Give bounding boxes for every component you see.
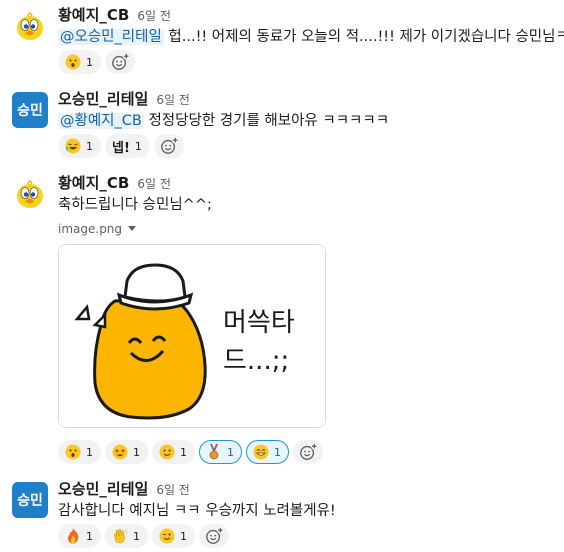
timestamp[interactable]: 6일 전	[137, 7, 171, 24]
message-text: 축하드립니다 승민님^^;	[58, 197, 212, 213]
grinning-face-icon	[253, 444, 269, 460]
reaction-slightly-smiling[interactable]: 1	[152, 440, 195, 464]
reaction-hushed-face[interactable]: 1	[58, 440, 101, 464]
timestamp[interactable]: 6일 전	[156, 91, 190, 108]
avatar[interactable]: 승민	[12, 482, 48, 518]
hushed-face-icon	[65, 54, 81, 70]
reaction-grinning-face[interactable]: 1	[246, 440, 289, 464]
reaction-hushed-face[interactable]: 1	[58, 50, 101, 74]
star-struck-icon	[112, 444, 128, 460]
reaction-bar: 1 1 1 1 1	[58, 440, 323, 464]
reaction-bar: 1	[58, 50, 135, 74]
rofl-face-icon	[65, 138, 81, 154]
user-mention[interactable]: @황예지_CB	[58, 113, 144, 129]
message-text: 감사합니다 예지님 ㅋㅋ 우승까지 노려볼게유!	[58, 503, 336, 519]
reaction-bar: 1 1 1	[58, 524, 229, 548]
slightly-smiling-face-icon	[159, 444, 175, 460]
mascot-illustration: 머쓱타 드...;;	[74, 263, 295, 420]
tweety-avatar[interactable]	[12, 176, 48, 212]
reaction-bar: 1 넵! 1	[58, 134, 184, 158]
image-caption-line-1: 머쓱타	[223, 308, 295, 338]
fire-icon	[65, 528, 81, 544]
reaction-bronze-medal[interactable]: 1	[199, 440, 242, 464]
custom-emoji-label: 넵!	[112, 140, 130, 156]
reaction-fire[interactable]: 1	[58, 524, 101, 548]
caret-down-icon	[128, 226, 137, 231]
add-emoji-icon	[205, 527, 223, 545]
image-attachment[interactable]: 머쓱타 드...;;	[58, 244, 326, 428]
timestamp[interactable]: 6일 전	[156, 481, 190, 498]
reaction-custom-neb[interactable]: 넵! 1	[105, 134, 150, 158]
author-name[interactable]: 황예지_CB	[58, 4, 129, 25]
add-reaction-button[interactable]	[105, 50, 135, 74]
message-text: @오승민_리테일 헙...!! 어제의 동료가 오늘의 적....!!! 제가 …	[58, 29, 564, 45]
add-emoji-icon	[160, 137, 178, 155]
add-emoji-icon	[299, 443, 317, 461]
add-reaction-button[interactable]	[199, 524, 229, 548]
reaction-clapping-hands[interactable]: 1	[105, 524, 148, 548]
reaction-rofl[interactable]: 1	[58, 134, 101, 158]
image-caption-line-2: 드...;;	[223, 346, 289, 376]
hushed-face-icon	[65, 444, 81, 460]
file-name-toggle[interactable]: image.png	[58, 222, 137, 236]
add-reaction-button[interactable]	[293, 440, 323, 464]
add-reaction-button[interactable]	[153, 134, 184, 158]
clapping-hands-icon	[112, 528, 128, 544]
author-name[interactable]: 오승민_리테일	[58, 478, 148, 499]
user-mention[interactable]: @오승민_리테일	[58, 29, 164, 45]
message-text: @황예지_CB 정정당당한 경기를 해보아유 ㅋㅋㅋㅋㅋ	[58, 113, 390, 129]
avatar[interactable]: 승민	[12, 92, 48, 128]
reaction-star-struck[interactable]: 1	[105, 440, 148, 464]
add-emoji-icon	[111, 53, 129, 71]
author-name[interactable]: 오승민_리테일	[58, 88, 148, 109]
winking-face-icon	[159, 528, 175, 544]
author-name[interactable]: 황예지_CB	[58, 172, 129, 193]
tweety-avatar[interactable]	[12, 8, 48, 44]
timestamp[interactable]: 6일 전	[137, 175, 171, 192]
reaction-winking-face[interactable]: 1	[152, 524, 195, 548]
bronze-medal-icon	[206, 444, 222, 460]
